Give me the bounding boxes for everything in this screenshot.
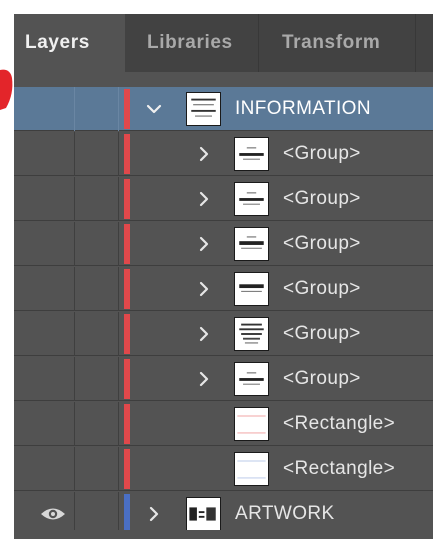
lock-toggle[interactable] xyxy=(75,357,119,401)
layer-thumbnail xyxy=(234,137,269,171)
lock-toggle[interactable] xyxy=(75,177,119,221)
tab-layers-label: Layers xyxy=(25,32,90,53)
layer-name: <Rectangle> xyxy=(283,413,396,434)
layer-color-indicator xyxy=(124,404,130,444)
layer-row[interactable]: INFORMATION xyxy=(14,87,433,131)
chevron-right-icon[interactable] xyxy=(194,142,214,166)
sublayer-row[interactable]: <Group> xyxy=(14,357,433,401)
lock-toggle[interactable] xyxy=(75,222,119,266)
chevron-right-icon[interactable] xyxy=(194,187,214,211)
layer-color-indicator xyxy=(124,179,130,219)
visibility-toggle[interactable] xyxy=(31,312,75,356)
visibility-toggle[interactable] xyxy=(31,267,75,311)
tab-libraries-label: Libraries xyxy=(147,32,233,53)
sublayer-row[interactable]: <Rectangle> xyxy=(14,402,433,446)
visibility-toggle[interactable] xyxy=(31,402,75,446)
chevron-right-icon[interactable] xyxy=(194,277,214,301)
layer-color-indicator xyxy=(124,494,130,534)
layer-color-indicator xyxy=(124,269,130,309)
chevron-right-icon[interactable] xyxy=(144,502,164,526)
layer-thumbnail xyxy=(234,272,269,306)
lock-toggle[interactable] xyxy=(75,267,119,311)
layer-thumbnail xyxy=(234,182,269,216)
lock-toggle[interactable] xyxy=(75,447,119,491)
eye-icon xyxy=(41,508,65,520)
chevron-right-icon[interactable] xyxy=(194,322,214,346)
visibility-toggle[interactable] xyxy=(31,87,75,131)
layer-thumbnail xyxy=(186,497,221,531)
tab-transform-label: Transform xyxy=(282,32,381,53)
tab-libraries[interactable]: Libraries xyxy=(125,14,258,72)
sublayer-row[interactable]: <Rectangle> xyxy=(14,447,433,491)
layer-thumbnail xyxy=(234,362,269,396)
lock-toggle[interactable] xyxy=(75,132,119,176)
tab-transform[interactable]: Transform xyxy=(259,14,415,72)
layer-color-indicator xyxy=(124,134,130,174)
sublayer-row[interactable]: <Group> xyxy=(14,267,433,311)
chevron-down-icon[interactable] xyxy=(144,97,164,121)
visibility-toggle[interactable] xyxy=(31,132,75,176)
layer-color-indicator xyxy=(124,89,130,129)
lock-toggle[interactable] xyxy=(75,402,119,446)
red-artwork-fragment xyxy=(0,69,13,110)
visibility-toggle[interactable] xyxy=(31,357,75,401)
visibility-toggle[interactable] xyxy=(31,177,75,221)
layer-name: <Group> xyxy=(283,278,361,299)
layer-name: INFORMATION xyxy=(235,98,371,119)
chevron-right-icon[interactable] xyxy=(194,367,214,391)
lock-toggle[interactable] xyxy=(75,312,119,356)
layer-thumbnail xyxy=(234,317,269,351)
layer-color-indicator xyxy=(124,224,130,264)
layer-name: <Group> xyxy=(283,143,361,164)
layer-name: <Rectangle> xyxy=(283,458,396,479)
layer-thumbnail xyxy=(234,227,269,261)
layer-color-indicator xyxy=(124,449,130,489)
sublayer-row[interactable]: <Group> xyxy=(14,177,433,221)
sublayer-row[interactable]: <Group> xyxy=(14,222,433,266)
sublayer-row[interactable]: <Group> xyxy=(14,312,433,356)
layer-thumbnail xyxy=(186,92,221,126)
layer-color-indicator xyxy=(124,314,130,354)
sublayer-row[interactable]: <Group> xyxy=(14,132,433,176)
layer-name: <Group> xyxy=(283,368,361,389)
layer-thumbnail xyxy=(234,407,269,441)
visibility-toggle[interactable] xyxy=(31,447,75,491)
layer-name: <Group> xyxy=(283,188,361,209)
chevron-right-icon[interactable] xyxy=(194,232,214,256)
layer-name: <Group> xyxy=(283,323,361,344)
lock-toggle[interactable] xyxy=(75,87,119,131)
layer-color-indicator xyxy=(124,359,130,399)
layer-thumbnail xyxy=(234,452,269,486)
layer-name: <Group> xyxy=(283,233,361,254)
panel-tab-bar: Layers Libraries Transform xyxy=(14,14,433,72)
panel-footer-edge xyxy=(14,530,433,539)
visibility-toggle[interactable] xyxy=(31,222,75,266)
tab-divider xyxy=(415,14,416,72)
layers-panel: Layers Libraries Transform INFORMATION <G… xyxy=(14,14,433,539)
tab-layers[interactable]: Layers xyxy=(14,14,125,72)
